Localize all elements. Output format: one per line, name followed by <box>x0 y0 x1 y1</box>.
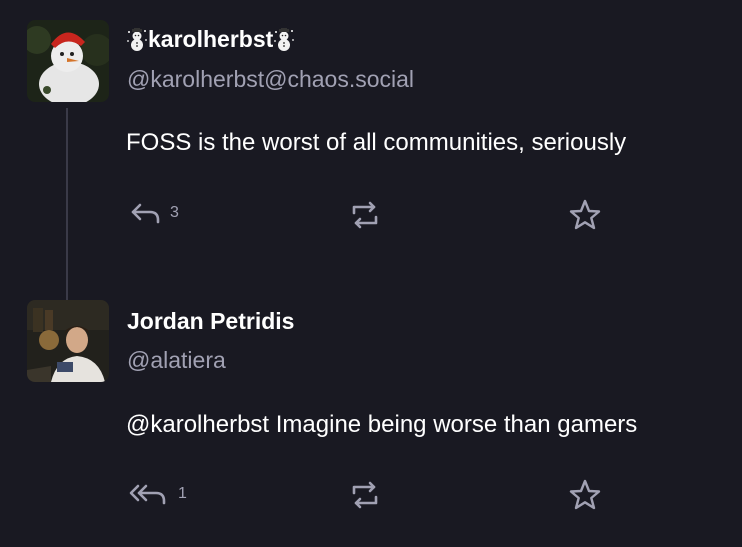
account-handle[interactable]: @alatiera <box>127 347 226 374</box>
post-content: FOSS is the worst of all communities, se… <box>126 129 627 156</box>
reply-button[interactable]: 1 <box>128 481 187 507</box>
boost-icon <box>352 201 378 229</box>
boost-icon <box>352 481 378 509</box>
display-name[interactable]: Jordan Petridis <box>127 308 294 335</box>
star-icon <box>569 479 601 510</box>
display-name-text: karolherbst <box>148 26 274 52</box>
snowman-icon <box>274 27 295 51</box>
star-icon <box>569 199 601 230</box>
snowman-icon <box>127 27 147 51</box>
reply-all-icon <box>129 484 166 505</box>
avatar[interactable] <box>27 300 109 382</box>
display-name[interactable]: karolherbst <box>126 26 295 53</box>
avatar-image <box>27 20 109 102</box>
account-handle[interactable]: @karolherbst@chaos.social <box>127 66 414 93</box>
reply-button[interactable]: 3 <box>130 200 179 226</box>
boost-button[interactable] <box>348 478 382 512</box>
avatar-image <box>27 300 109 382</box>
boost-button[interactable] <box>348 198 382 232</box>
post-content: @karolherbst Imagine being worse than ga… <box>126 411 638 438</box>
reply-icon <box>131 203 160 224</box>
favourite-button[interactable] <box>568 478 602 512</box>
reply-count: 1 <box>178 485 187 502</box>
display-name-text: Jordan Petridis <box>127 308 295 334</box>
reply-count: 3 <box>170 204 179 221</box>
favourite-button[interactable] <box>568 198 602 232</box>
thread-line <box>66 108 68 300</box>
avatar[interactable] <box>27 20 109 102</box>
